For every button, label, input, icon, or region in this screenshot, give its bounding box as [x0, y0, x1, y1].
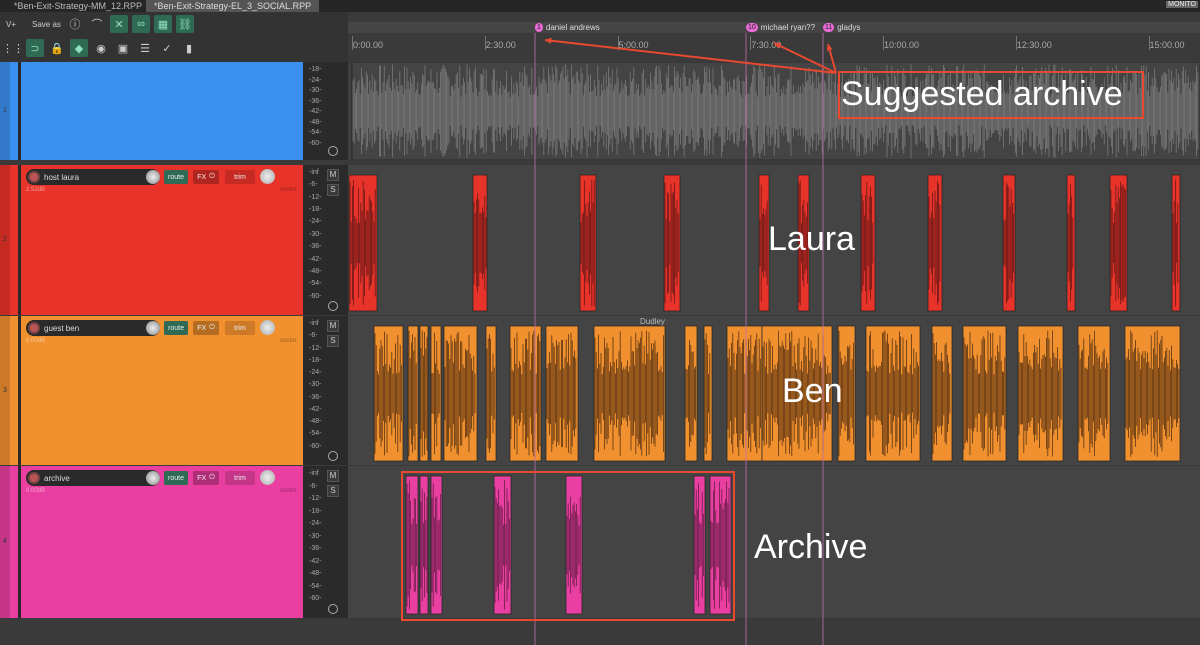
- suggested-archive-label: Suggested archive: [841, 75, 1123, 113]
- annotation-arrow: [544, 39, 837, 74]
- ben-label: Ben: [782, 372, 843, 410]
- archive-annotation-label: Archive: [754, 528, 868, 566]
- archive-box: [401, 471, 735, 621]
- laura-label: Laura: [768, 220, 855, 258]
